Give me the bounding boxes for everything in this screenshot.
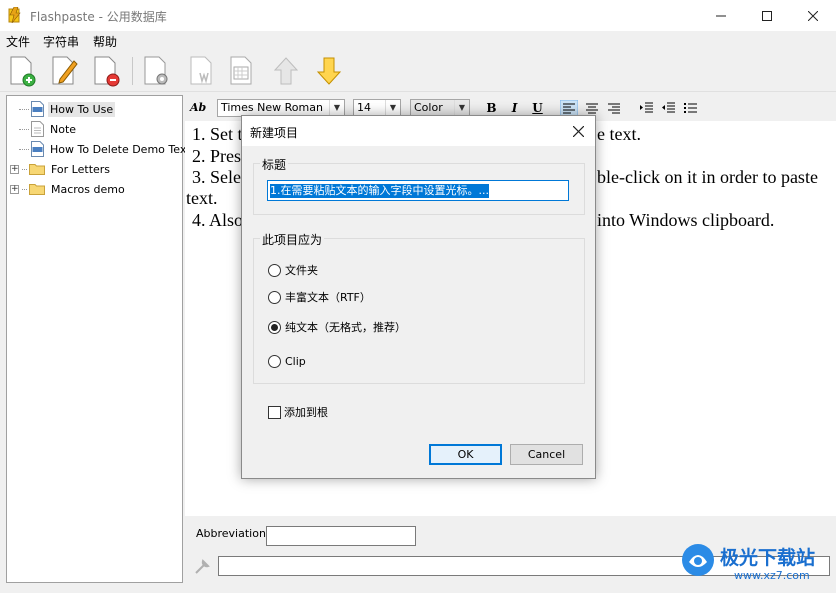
- radio-button[interactable]: [268, 355, 281, 368]
- type-group-caption: 此项目应为: [260, 231, 325, 248]
- rtf-doc-icon: [31, 101, 44, 117]
- font-size-value: 14: [357, 101, 371, 114]
- radio-label: 纯文本（无格式，推荐）: [285, 321, 406, 334]
- color-label: Color: [414, 101, 443, 114]
- new-item-dialog: 新建项目 标题 1.在需要粘贴文本的输入字段中设置光标。... 此项目应为 文件…: [241, 115, 596, 479]
- chevron-down-icon: ▼: [385, 100, 400, 116]
- tree-item-label: For Letters: [51, 162, 111, 176]
- radio-rich-text[interactable]: 丰富文本（RTF）: [268, 289, 371, 305]
- toolbar: [0, 51, 836, 92]
- indent-icon[interactable]: [639, 100, 655, 116]
- maximize-icon: [762, 10, 772, 21]
- move-up-icon[interactable]: [271, 55, 301, 87]
- dialog-title: 新建项目: [250, 126, 299, 140]
- expand-icon[interactable]: +: [10, 184, 19, 194]
- tree-item-label: How To Delete Demo Text: [50, 142, 191, 156]
- style-button[interactable]: Ab: [190, 101, 206, 114]
- editor-line: text.: [186, 188, 218, 208]
- radio-label: 文件夹: [285, 264, 318, 277]
- menu-help[interactable]: 帮助: [93, 33, 117, 50]
- folder-icon: [29, 184, 45, 195]
- watermark-logo-icon: [682, 544, 714, 576]
- editor-line: 2. Pres: [192, 146, 241, 166]
- align-center-icon[interactable]: [584, 100, 600, 116]
- title-group-caption: 标题: [260, 156, 289, 173]
- tree-panel[interactable]: How To Use Note How To Delete Demo Text …: [6, 95, 191, 583]
- italic-button[interactable]: I: [506, 100, 523, 116]
- add-item-icon[interactable]: [8, 55, 38, 87]
- word-doc-icon[interactable]: [188, 55, 218, 87]
- maximize-button[interactable]: [744, 0, 790, 31]
- radio-selected-dot: [271, 323, 278, 331]
- menu-bar: [0, 31, 836, 51]
- bold-button[interactable]: B: [483, 100, 500, 116]
- minimize-icon: [716, 15, 726, 16]
- abbreviation-label: Abbreviation:: [196, 527, 270, 540]
- font-select-value: Times New Roman: [221, 101, 323, 114]
- tree-item-label: Note: [50, 122, 77, 136]
- menu-string[interactable]: 字符串: [43, 33, 79, 50]
- tree-item-label: Macros demo: [51, 182, 125, 196]
- delete-item-icon[interactable]: [92, 55, 122, 87]
- align-right-icon[interactable]: [606, 100, 622, 116]
- abbreviation-input[interactable]: [266, 526, 416, 546]
- tree-item[interactable]: How To Use: [19, 100, 193, 118]
- title-input-value: 1.在需要粘贴文本的输入字段中设置光标。...: [270, 184, 489, 198]
- tree-item[interactable]: + For Letters: [10, 160, 193, 178]
- move-down-icon[interactable]: [314, 55, 344, 87]
- wrench-icon[interactable]: [193, 558, 211, 576]
- chevron-down-icon: ▼: [454, 100, 469, 116]
- editor-line: ble-click on it in order to paste: [597, 167, 818, 187]
- title-input[interactable]: 1.在需要粘贴文本的输入字段中设置光标。...: [267, 180, 569, 201]
- editor-line: into Windows clipboard.: [597, 210, 775, 230]
- cancel-button[interactable]: Cancel: [510, 444, 583, 465]
- editor-line: 1. Set t: [192, 124, 243, 144]
- add-to-root-checkbox[interactable]: [268, 405, 281, 419]
- expand-icon[interactable]: +: [10, 164, 19, 174]
- add-to-root-label: 添加到根: [284, 406, 328, 419]
- radio-folder[interactable]: 文件夹: [268, 262, 318, 278]
- rtf-doc-icon: [31, 141, 44, 157]
- underline-button[interactable]: U: [529, 100, 546, 116]
- radio-label: Clip: [285, 355, 306, 368]
- window-title: Flashpaste - 公用数据库: [30, 10, 167, 24]
- minimize-button[interactable]: [698, 0, 744, 31]
- editor-line: 3. Sele: [192, 167, 241, 187]
- ok-button[interactable]: OK: [429, 444, 502, 465]
- menu-file[interactable]: 文件: [6, 33, 30, 50]
- radio-clip[interactable]: Clip: [268, 355, 306, 368]
- radio-plain-text[interactable]: 纯文本（无格式，推荐）: [268, 319, 406, 335]
- toolbar-separator: [132, 57, 133, 85]
- radio-button[interactable]: [268, 263, 281, 277]
- tree-item[interactable]: Note: [19, 120, 193, 138]
- keyboard-doc-icon[interactable]: [228, 55, 258, 87]
- radio-button[interactable]: [268, 320, 281, 334]
- plain-doc-icon: [31, 121, 44, 137]
- add-to-root-checkbox-row[interactable]: 添加到根: [268, 404, 328, 420]
- flashpaste-logo-icon: [8, 7, 21, 23]
- settings-doc-icon[interactable]: [142, 55, 172, 87]
- close-button[interactable]: [790, 0, 836, 31]
- tree-item[interactable]: How To Delete Demo Text: [19, 140, 193, 158]
- chevron-down-icon: ▼: [329, 100, 344, 116]
- edit-item-icon[interactable]: [50, 55, 80, 87]
- editor-line: 4. Also: [192, 210, 244, 230]
- radio-button[interactable]: [268, 290, 281, 304]
- close-icon: [808, 10, 818, 21]
- dialog-close-button[interactable]: [568, 121, 588, 141]
- folder-icon: [29, 164, 45, 175]
- bullet-list-icon[interactable]: [683, 100, 699, 116]
- watermark: 极光下载站 www.xz7.com: [680, 540, 830, 588]
- editor-line: e text.: [597, 124, 641, 144]
- tree-item-label: How To Use: [48, 101, 116, 117]
- align-left-icon[interactable]: [560, 100, 578, 116]
- tree-item[interactable]: + Macros demo: [10, 180, 193, 198]
- watermark-url: www.xz7.com: [734, 569, 810, 582]
- close-icon: [572, 125, 584, 137]
- outdent-icon[interactable]: [661, 100, 677, 116]
- watermark-text: 极光下载站: [720, 547, 816, 569]
- radio-label: 丰富文本（RTF）: [285, 291, 371, 304]
